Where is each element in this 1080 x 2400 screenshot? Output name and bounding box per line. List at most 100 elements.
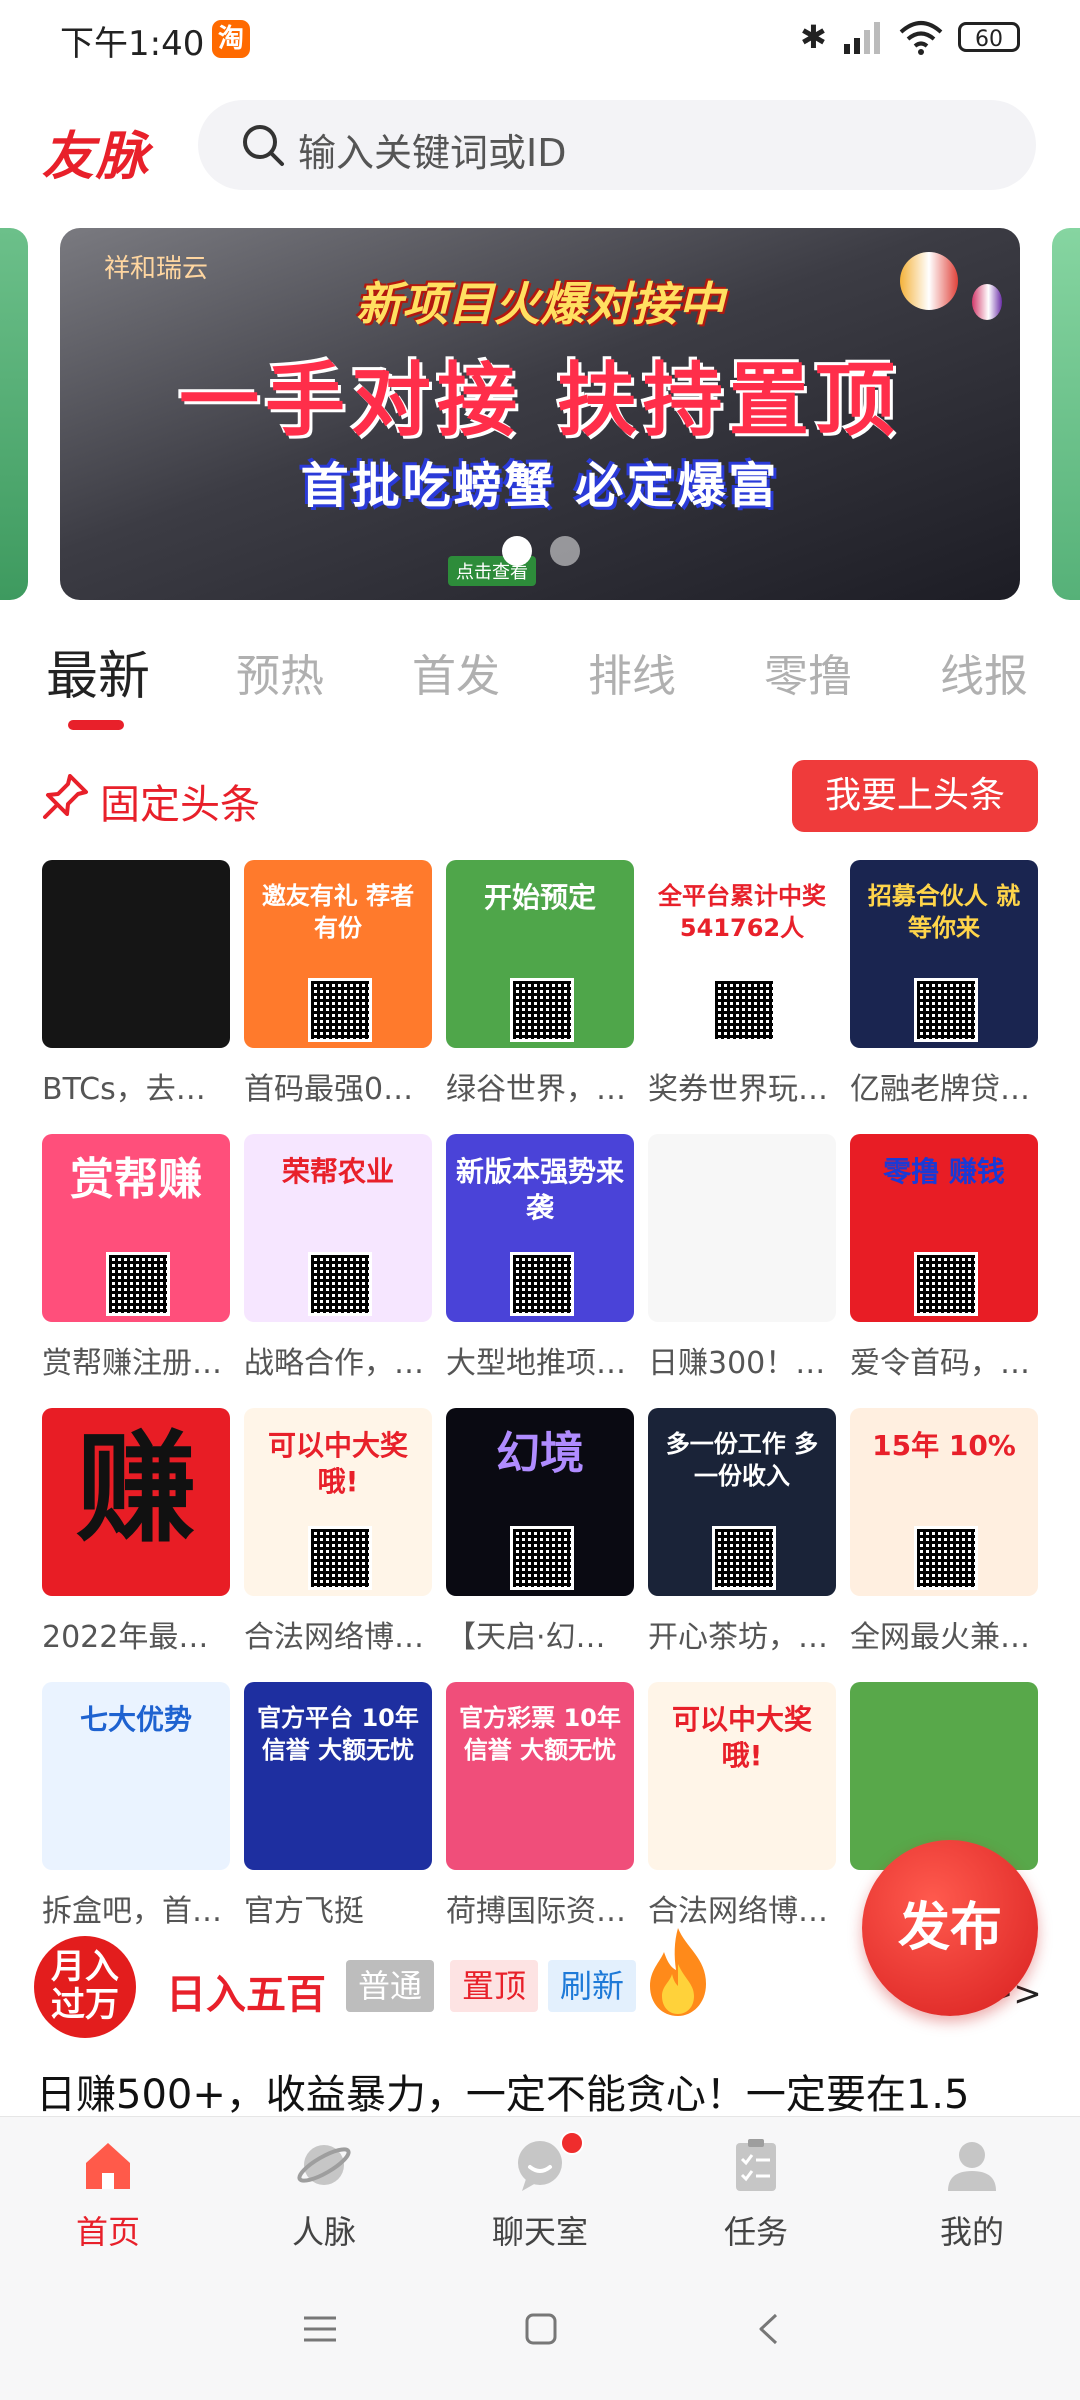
status-time: 下午1:40 (60, 24, 205, 64)
tab-tips[interactable]: 线报 (940, 640, 1028, 704)
post-content[interactable]: 日赚500+，收益暴力，一定不能贪心！一定要在1.5 (36, 2062, 1066, 2120)
tile-caption[interactable]: 全网最火兼… (850, 1612, 1042, 1656)
headline-tile[interactable]: 开始预定 (446, 860, 634, 1048)
home-button-icon[interactable] (524, 2312, 558, 2346)
headline-tile[interactable]: 荣帮农业 (244, 1134, 432, 1322)
search-placeholder: 输入关键词或ID (298, 131, 567, 175)
banner-prev-peek[interactable] (0, 228, 28, 600)
qr-code-icon (308, 1252, 372, 1316)
tile-caption[interactable]: 亿融老牌贷… (850, 1064, 1042, 1108)
tile-text: 赚 (76, 1420, 196, 1559)
tile-text: 可以中大奖哦! (267, 1429, 408, 1498)
tile-caption[interactable]: 爱令首码，… (850, 1338, 1042, 1382)
tile-caption[interactable]: 赏帮赚注册… (42, 1338, 234, 1382)
qr-code-icon (308, 978, 372, 1042)
qr-code-icon (712, 1526, 776, 1590)
nav-label: 聊天室 (491, 2213, 588, 2251)
carousel-dot[interactable] (550, 536, 580, 566)
tile-caption[interactable]: 绿谷世界，… (446, 1064, 638, 1108)
tile-text: 赏帮赚 (70, 1154, 202, 1205)
unread-dot (560, 2131, 584, 2155)
bluetooth-icon: ✱ (800, 18, 827, 56)
tile-text: 开始预定 (483, 881, 596, 914)
battery-icon: 60 (958, 22, 1020, 52)
tile-text: 新版本强势来袭 (455, 1155, 624, 1224)
headline-tile[interactable]: 赏帮赚 (42, 1134, 230, 1322)
pin-icon (43, 774, 88, 819)
tile-text: 幻境 (496, 1428, 584, 1479)
banner-next-peek[interactable] (1052, 228, 1080, 600)
headline-tile[interactable]: 官方彩票 10年信誉 大额无忧 (446, 1682, 634, 1870)
badge-pinned: 置顶 (450, 1960, 539, 2012)
tile-caption[interactable]: 合法网络博… (244, 1612, 436, 1656)
tile-caption[interactable]: 【天启·幻… (446, 1612, 638, 1656)
fire-icon (650, 1928, 706, 2016)
headline-tile[interactable] (42, 860, 230, 1048)
tile-caption[interactable]: 日赚300！… (648, 1338, 840, 1382)
tile-caption[interactable]: 2022年最… (42, 1612, 234, 1656)
clipboard-icon (736, 2139, 776, 2191)
tile-caption[interactable]: 奖券世界玩… (648, 1064, 840, 1108)
headline-tile[interactable]: 七大优势 (42, 1682, 230, 1870)
headline-tile[interactable]: 新版本强势来袭 (446, 1134, 634, 1322)
bottom-nav: 首页 人脉 聊天室 任务 我的 (0, 2116, 1080, 2271)
menu-icon[interactable] (300, 2312, 340, 2346)
tile-text: 官方彩票 10年信誉 大额无忧 (459, 1704, 621, 1764)
nav-chatroom[interactable]: 聊天室 (432, 2117, 648, 2271)
tile-text: 全平台累计中奖 541762人 (658, 882, 826, 942)
carousel-dot-active[interactable] (502, 536, 532, 566)
nav-me[interactable]: 我的 (864, 2117, 1080, 2271)
badge-refresh: 刷新 (548, 1960, 637, 2012)
tile-caption[interactable]: BTCs，去… (42, 1064, 234, 1108)
headline-tile[interactable]: 零撸 赚钱 (850, 1134, 1038, 1322)
tile-caption[interactable]: 战略合作，… (244, 1338, 436, 1382)
post-author[interactable]: 日入五百 (166, 1962, 326, 2020)
post-avatar[interactable]: 月入过万 (34, 1936, 136, 2038)
tile-caption[interactable]: 开心茶坊，… (648, 1612, 840, 1656)
tile-text: 多一份工作 多一份收入 (665, 1430, 819, 1490)
tile-text: 官方平台 10年信誉 大额无忧 (257, 1704, 419, 1764)
tile-caption[interactable]: 官方飞挺 (244, 1886, 436, 1930)
qr-code-icon (106, 1252, 170, 1316)
headline-tile[interactable]: 官方平台 10年信誉 大额无忧 (244, 1682, 432, 1870)
nav-home[interactable]: 首页 (0, 2117, 216, 2271)
qr-code-icon (510, 1526, 574, 1590)
nav-tasks[interactable]: 任务 (648, 2117, 864, 2271)
headline-tile[interactable]: 可以中大奖哦! (648, 1682, 836, 1870)
headline-tile[interactable]: 赚 (42, 1408, 230, 1596)
headline-tile[interactable]: 多一份工作 多一份收入 (648, 1408, 836, 1596)
tile-caption[interactable]: 荷搏国际资… (446, 1886, 638, 1930)
tile-caption[interactable]: 拆盒吧，首… (42, 1886, 234, 1930)
tab-preheat[interactable]: 预热 (236, 640, 324, 704)
qr-code-icon (914, 978, 978, 1042)
tab-latest[interactable]: 最新 (46, 634, 150, 709)
headline-tile[interactable]: 招募合伙人 就等你来 (850, 860, 1038, 1048)
wifi-icon (899, 21, 943, 55)
tile-caption[interactable]: 首码最强0… (244, 1064, 436, 1108)
tile-caption[interactable]: 大型地推项… (446, 1338, 638, 1382)
headline-tile[interactable]: 全平台累计中奖 541762人 (648, 860, 836, 1048)
profile-icon (948, 2142, 996, 2191)
headline-tile[interactable] (648, 1134, 836, 1322)
headline-tile[interactable]: 15年 10% (850, 1408, 1038, 1596)
search-bar[interactable]: 输入关键词或ID (198, 100, 1036, 190)
publish-button[interactable]: 发布 (862, 1840, 1038, 2016)
app-logo: 友脉 (42, 127, 151, 187)
tile-text: 荣帮农业 (281, 1155, 394, 1188)
tab-first-release[interactable]: 首发 (412, 640, 500, 704)
tab-zero-cost[interactable]: 零撸 (764, 640, 852, 704)
badge-normal: 普通 (346, 1960, 435, 2012)
tile-text: 15年 10% (872, 1429, 1016, 1462)
tab-lineup[interactable]: 排线 (588, 640, 676, 704)
go-headline-button[interactable]: 我要上头条 (792, 760, 1038, 832)
headline-tile[interactable]: 邀友有礼 荐者有份 (244, 860, 432, 1048)
nav-contacts[interactable]: 人脉 (216, 2117, 432, 2271)
tile-text: 招募合伙人 就等你来 (867, 882, 1021, 942)
qr-code-icon (308, 1526, 372, 1590)
qr-code-icon (914, 1252, 978, 1316)
back-icon[interactable] (756, 2312, 780, 2346)
nav-label: 首页 (75, 2213, 140, 2251)
headline-tile[interactable]: 可以中大奖哦! (244, 1408, 432, 1596)
headline-tile[interactable]: 幻境 (446, 1408, 634, 1596)
promo-banner[interactable]: 祥和瑞云 新项目火爆对接中 一手对接 扶持置顶 首批吃螃蟹 必定爆富 点击查看 (60, 228, 1020, 600)
